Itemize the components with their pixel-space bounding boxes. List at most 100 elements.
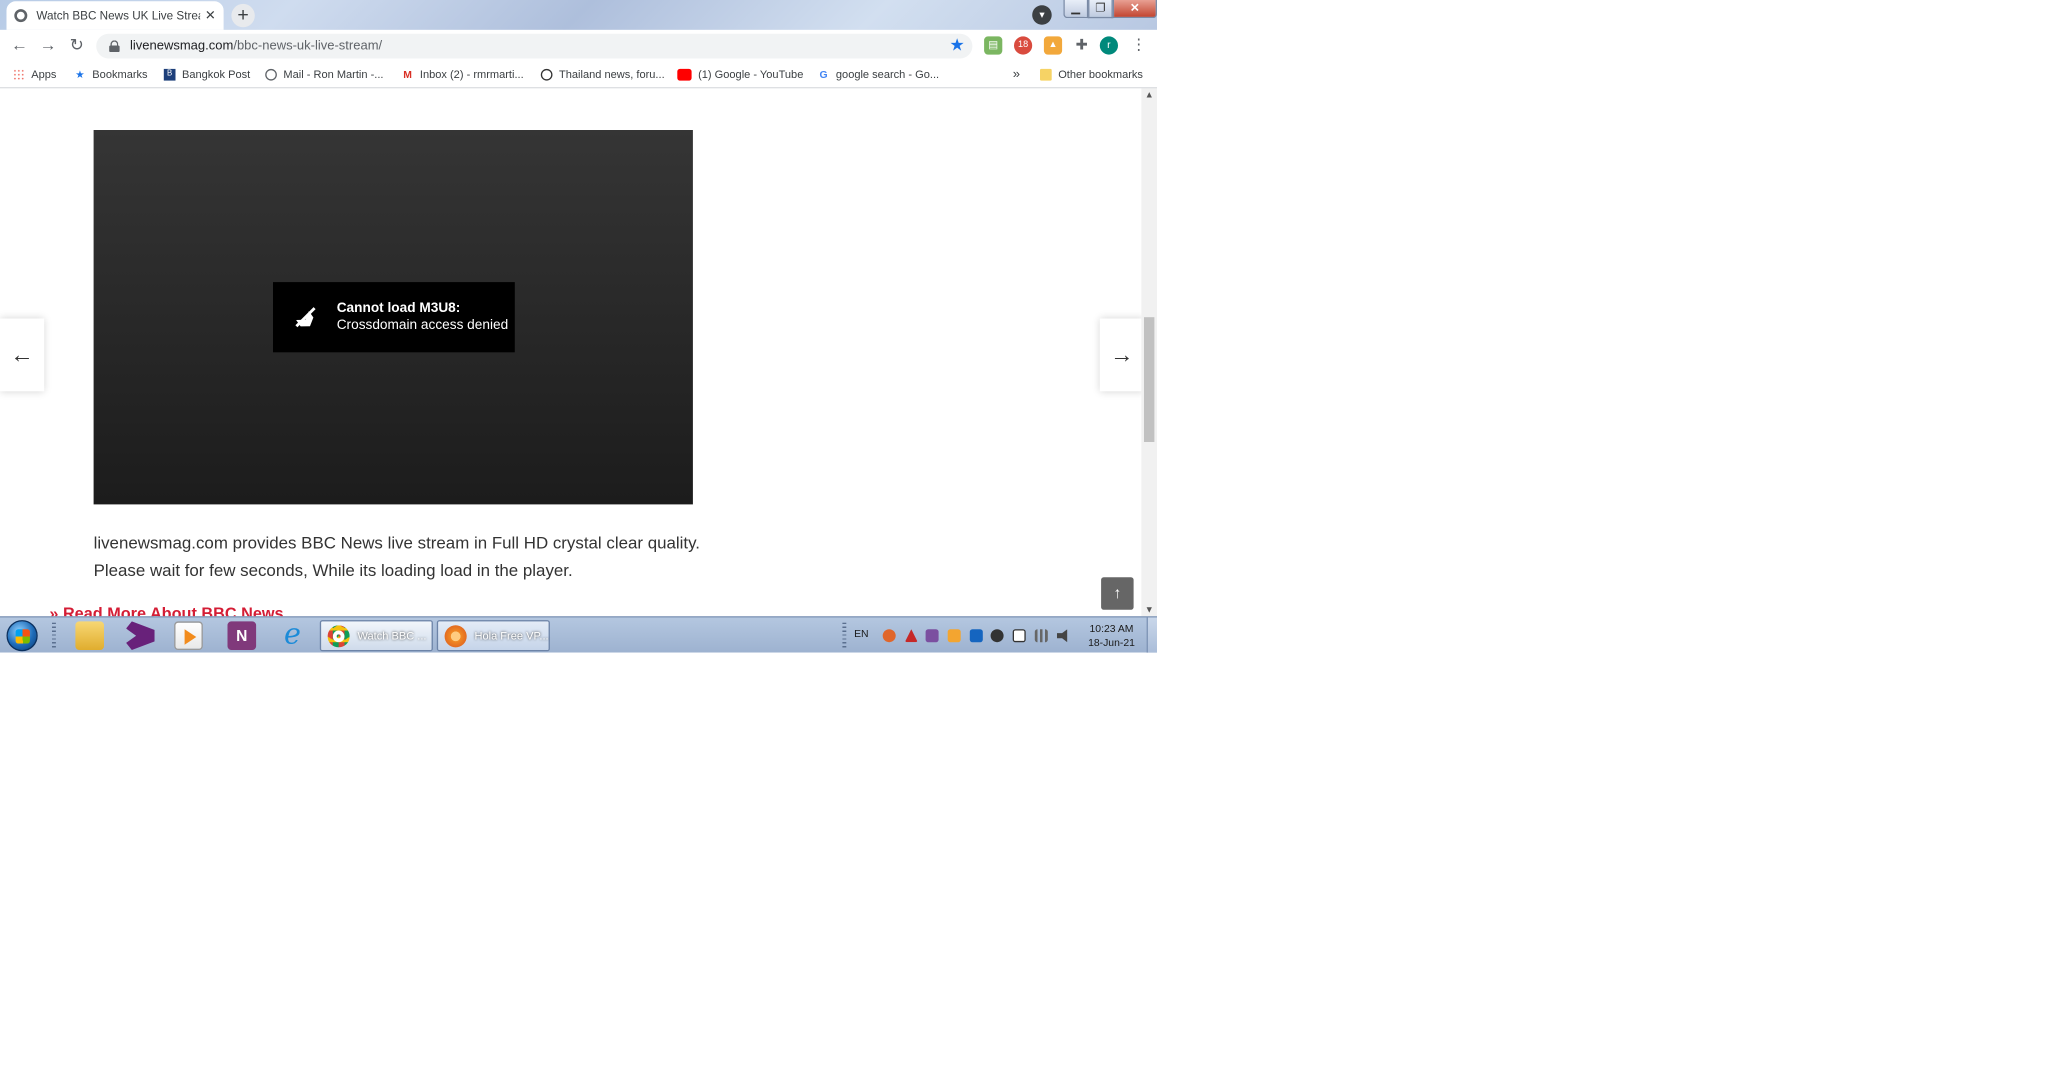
malwarebytes-icon[interactable]	[969, 629, 983, 643]
scrollbar-thumb[interactable]	[1144, 317, 1155, 442]
volume-icon[interactable]	[1056, 629, 1068, 643]
internet-explorer-icon[interactable]: e	[278, 621, 307, 650]
tab-strip: Watch BBC News UK Live Stream ✕ + ▾ ▁ ❐ …	[0, 0, 1157, 30]
bookmark-thailand-news[interactable]: Thailand news, foru...	[540, 67, 665, 81]
url-host: livenewsmag.com	[130, 39, 234, 54]
media-player-icon[interactable]	[174, 621, 203, 650]
youtube-icon	[677, 68, 692, 80]
taskbar-grip	[842, 622, 847, 649]
scroll-down-icon[interactable]: ▼	[1141, 606, 1157, 615]
page-content: Cannot load M3U8: Crossdomain access den…	[0, 88, 1142, 617]
screen: Watch BBC News UK Live Stream ✕ + ▾ ▁ ❐ …	[0, 0, 2048, 1071]
read-more-link[interactable]: » Read More About BBC News	[49, 605, 283, 617]
bangkok-post-icon: B	[163, 68, 176, 80]
bookmark-bangkok-post[interactable]: B Bangkok Post	[163, 67, 251, 81]
bookmark-google-search[interactable]: Ggoogle search - Go...	[818, 68, 939, 81]
forward-button[interactable]: →	[38, 35, 59, 56]
taskbar-item-chrome[interactable]: Watch BBC ...	[319, 620, 433, 652]
other-bookmarks-label: Other bookmarks	[1058, 67, 1143, 81]
url-path: /bbc-news-uk-live-stream/	[233, 39, 383, 54]
tray-app-icon[interactable]	[882, 629, 896, 643]
puzzle-icon[interactable]: ✚	[1073, 36, 1091, 54]
bookmarks-overflow-button[interactable]: »	[1013, 68, 1020, 82]
acrobat-icon[interactable]	[904, 629, 918, 643]
bookmark-label: Bangkok Post	[182, 67, 251, 81]
clock-time: 10:23 AM	[1089, 622, 1134, 635]
onenote-icon[interactable]: N	[227, 621, 257, 650]
action-center-flag-icon[interactable]	[1012, 629, 1026, 643]
back-to-top-button[interactable]: ↑	[1101, 577, 1134, 610]
bookmark-label: google search - Go...	[835, 67, 940, 81]
previous-post-arrow-icon[interactable]: ←	[0, 318, 45, 392]
browser-window: Watch BBC News UK Live Stream ✕ + ▾ ▁ ❐ …	[0, 0, 1157, 653]
taskbar-item-label: Watch BBC ...	[357, 629, 427, 643]
address-bar[interactable]: livenewsmag.com/bbc-news-uk-live-stream/…	[96, 33, 973, 59]
folder-icon	[1040, 68, 1052, 80]
apps-grid-icon	[13, 68, 25, 80]
bookmark-label: (1) Google - YouTube	[698, 67, 804, 81]
language-indicator[interactable]: EN	[854, 628, 868, 640]
visual-studio-icon[interactable]	[126, 621, 155, 650]
new-tab-button[interactable]: +	[231, 3, 255, 28]
tray-app-icon[interactable]	[947, 629, 961, 643]
tray-app-icon[interactable]	[990, 629, 1004, 643]
bookmark-mail[interactable]: Mail - Ron Martin -...	[265, 67, 384, 81]
maximize-button[interactable]: ❐	[1088, 0, 1113, 19]
extension-badge-icon[interactable]: 18	[1013, 36, 1033, 55]
google-icon: G	[819, 68, 828, 80]
bookmark-label: Apps	[31, 67, 57, 81]
next-post-arrow-icon[interactable]: →	[1099, 318, 1142, 392]
bookmark-label: Mail - Ron Martin -...	[283, 67, 384, 81]
window-close-button[interactable]: ✕	[1112, 0, 1157, 19]
globe-icon	[265, 68, 277, 80]
start-button[interactable]	[6, 620, 38, 652]
tab-title: Watch BBC News UK Live Stream	[36, 9, 200, 23]
taskbar-grip	[52, 622, 56, 649]
tray-app-icon[interactable]	[925, 629, 939, 643]
player-error-text: Cannot load M3U8: Crossdomain access den…	[337, 300, 508, 334]
network-icon[interactable]	[1034, 629, 1048, 643]
bookmark-apps[interactable]: Apps	[13, 68, 56, 81]
tab-search-icon[interactable]: ▾	[1032, 5, 1052, 25]
extension-icon[interactable]: ▤	[984, 36, 1003, 55]
broken-video-icon	[295, 307, 316, 328]
star-icon: ★	[75, 68, 85, 80]
profile-avatar[interactable]: r	[1099, 36, 1118, 55]
minimize-button[interactable]: ▁	[1063, 0, 1089, 19]
stream-description: livenewsmag.com provides BBC News live s…	[93, 533, 701, 580]
error-detail: Crossdomain access denied	[336, 317, 509, 333]
tab-active[interactable]: Watch BBC News UK Live Stream ✕	[6, 1, 224, 30]
player-error-message: Cannot load M3U8: Crossdomain access den…	[273, 282, 515, 353]
kebab-menu-icon[interactable]: ⋮	[1131, 35, 1147, 53]
bookmark-bookmarks[interactable]: ★ Bookmarks	[74, 68, 147, 81]
thaivisa-icon	[540, 68, 553, 80]
browser-toolbar: ← → ↻ livenewsmag.com/bbc-news-uk-live-s…	[0, 29, 1157, 63]
extension-icon[interactable]: ▲	[1043, 36, 1063, 55]
video-player[interactable]: Cannot load M3U8: Crossdomain access den…	[93, 130, 693, 505]
scroll-up-icon[interactable]: ▲	[1141, 91, 1157, 100]
bookmarks-bar: Apps ★ Bookmarks B Bangkok Post Mail - Ron…	[0, 62, 1157, 89]
other-bookmarks[interactable]: Other bookmarks	[1040, 68, 1143, 81]
tab-close-button[interactable]: ✕	[205, 8, 216, 22]
chrome-icon	[327, 624, 350, 647]
lock-icon[interactable]	[109, 40, 120, 52]
bookmark-label: Bookmarks	[92, 67, 148, 81]
bookmark-label: Thailand news, foru...	[559, 67, 665, 81]
gmail-icon: M	[403, 68, 412, 80]
bookmark-star-icon[interactable]: ★	[949, 35, 964, 56]
system-clock[interactable]: 10:23 AM 18-Jun-21	[1083, 621, 1140, 650]
bookmark-inbox[interactable]: M Inbox (2) - rmrmarti...	[402, 67, 524, 81]
clock-date: 18-Jun-21	[1088, 637, 1135, 649]
back-button[interactable]: ←	[9, 35, 30, 56]
file-explorer-icon[interactable]	[75, 621, 104, 650]
windows-taskbar: N e Watch BBC ... Hola Free VP... EN 10:…	[0, 616, 1157, 653]
taskbar-item-hola[interactable]: Hola Free VP...	[436, 620, 550, 652]
taskbar-item-label: Hola Free VP...	[474, 629, 549, 643]
error-title: Cannot load M3U8:	[336, 300, 461, 316]
page-scrollbar[interactable]: ▲ ▼	[1141, 88, 1157, 617]
show-desktop-button[interactable]	[1146, 617, 1157, 653]
globe-icon	[14, 9, 28, 23]
reload-button[interactable]: ↻	[66, 35, 87, 56]
bookmark-youtube[interactable]: (1) Google - YouTube	[677, 68, 803, 81]
bookmark-label: Inbox (2) - rmrmarti...	[419, 67, 524, 81]
